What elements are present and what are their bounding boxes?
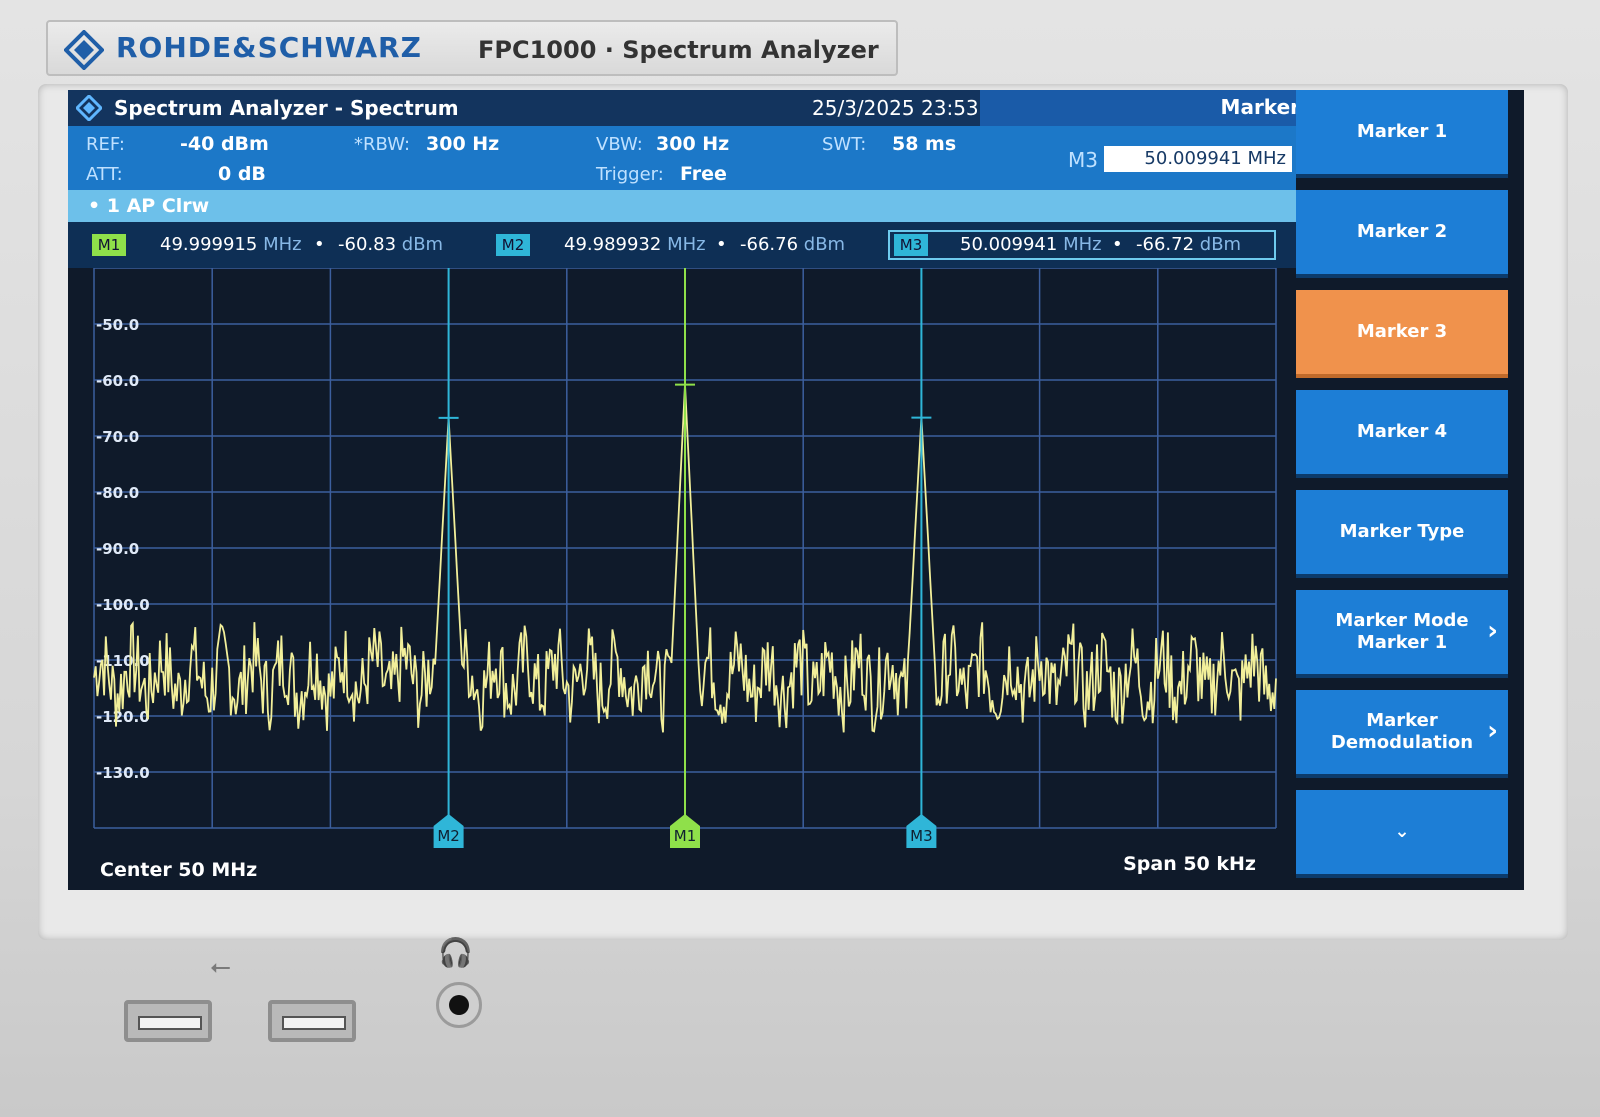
m2-level: -66.76 dBm <box>740 234 846 255</box>
marker-flag-label: M3 <box>910 827 933 845</box>
rbw-value[interactable]: 300 Hz <box>426 133 499 155</box>
marker-readout-bar: M1 49.999915 MHz • -60.83 dBm M2 49.9899… <box>68 222 1296 268</box>
chevron-down-icon: ⌄ <box>1394 821 1410 842</box>
m2-tag[interactable]: M2 <box>496 234 530 256</box>
softkey-marker-1[interactable]: Marker 1 <box>1296 90 1508 178</box>
brand-name: ROHDE&SCHWARZ <box>116 31 422 64</box>
y-tick-label: -50.0 <box>96 316 139 334</box>
trace-info-text: • 1 AP Clrw <box>88 195 210 217</box>
y-tick-label: -120.0 <box>96 708 150 726</box>
att-value[interactable]: 0 dB <box>218 163 266 185</box>
model-name: FPC1000 · Spectrum Analyzer <box>478 36 879 64</box>
softkey-panel-title: Marker <box>980 90 1320 126</box>
center-frequency-label: Center 50 MHz <box>100 859 257 881</box>
spectrum-display[interactable]: -50.0-60.0-70.0-80.0-90.0-100.0-110.0-12… <box>74 268 1296 890</box>
ref-value[interactable]: -40 dBm <box>180 133 269 155</box>
analyzer-screen: Spectrum Analyzer - Spectrum 25/3/2025 2… <box>68 90 1524 890</box>
att-label: ATT: <box>86 164 123 185</box>
swt-value[interactable]: 58 ms <box>892 133 956 155</box>
spectrum-plot[interactable]: -50.0 -60.0 -70.0 -80.0 -90.0 -100.0 -110.0 -12… <box>74 268 1296 890</box>
softkey-marker-mode[interactable]: Marker Mode Marker 1 › <box>1296 590 1508 678</box>
rs-diamond-logo-icon <box>64 30 104 70</box>
y-tick-label: -70.0 <box>96 428 139 446</box>
y-tick-label: -90.0 <box>96 540 139 558</box>
marker-entry-label: M3 <box>1068 148 1098 172</box>
panel-title-text: Marker <box>1220 95 1300 119</box>
softkey-marker-type[interactable]: Marker Type <box>1296 490 1508 578</box>
m2-separator: • <box>716 234 727 255</box>
headphone-icon: 🎧 <box>438 936 473 969</box>
y-tick-label: -60.0 <box>96 372 139 390</box>
trigger-label: Trigger: <box>596 164 664 185</box>
m3-level: -66.72 dBm <box>1136 234 1242 255</box>
title-bar: Spectrum Analyzer - Spectrum 25/3/2025 2… <box>68 90 980 126</box>
chevron-right-icon: › <box>1487 716 1498 746</box>
softkey-marker-4[interactable]: Marker 4 <box>1296 390 1508 478</box>
brand-plate: ROHDE&SCHWARZ FPC1000 · Spectrum Analyze… <box>46 20 898 76</box>
m3-separator: • <box>1112 234 1123 255</box>
plot-footer <box>74 852 1296 890</box>
chevron-right-icon: › <box>1487 616 1498 646</box>
usb-port-1[interactable] <box>124 1000 212 1042</box>
y-tick-label: -130.0 <box>96 764 150 782</box>
front-panel-ports: ⭠ 🎧 <box>0 900 1600 1117</box>
span-label: Span 50 kHz <box>1123 853 1256 875</box>
parameter-bar[interactable]: REF: -40 dBm ATT: 0 dB *RBW: 300 Hz VBW:… <box>68 126 980 190</box>
headphone-jack[interactable] <box>436 982 482 1028</box>
softkey-marker-demodulation[interactable]: Marker Demodulation › <box>1296 690 1508 778</box>
vbw-value[interactable]: 300 Hz <box>656 133 729 155</box>
softkey-marker-3[interactable]: Marker 3 <box>1296 290 1508 378</box>
marker-flag-label: M2 <box>437 827 460 845</box>
trigger-value[interactable]: Free <box>680 163 727 185</box>
m3-frequency: 50.009941 MHz <box>960 234 1102 255</box>
time-readout: 23:53 <box>921 96 979 120</box>
m1-separator: • <box>314 234 325 255</box>
softkey-more[interactable]: ⌄ <box>1296 790 1508 878</box>
m1-frequency: 49.999915 MHz <box>160 234 302 255</box>
softkey-panel: Marker 1 Marker 2 Marker 3 Marker 4 Mark… <box>1296 90 1524 890</box>
y-tick-label: -80.0 <box>96 484 139 502</box>
swt-label: SWT: <box>822 134 867 155</box>
usb-port-2[interactable] <box>268 1000 356 1042</box>
marker-frequency-input[interactable]: 50.009941 MHz <box>1104 146 1292 172</box>
marker-entry-panel: M3 50.009941 MHz <box>980 126 1320 190</box>
m1-level: -60.83 dBm <box>338 234 444 255</box>
vbw-label: VBW: <box>596 134 643 155</box>
app-logo-icon <box>76 95 102 121</box>
date-readout: 25/3/2025 <box>812 96 915 120</box>
app-title: Spectrum Analyzer - Spectrum <box>114 96 459 120</box>
trace-info-bar[interactable]: • 1 AP Clrw <box>68 190 1296 222</box>
m3-tag[interactable]: M3 <box>894 234 928 256</box>
y-tick-label: -100.0 <box>96 596 150 614</box>
m1-tag[interactable]: M1 <box>92 234 126 256</box>
ref-label: REF: <box>86 134 125 155</box>
marker-flag-label: M1 <box>674 827 697 845</box>
usb-icon: ⭠ <box>210 952 231 982</box>
softkey-marker-2[interactable]: Marker 2 <box>1296 190 1508 278</box>
m2-frequency: 49.989932 MHz <box>564 234 706 255</box>
rbw-label: *RBW: <box>354 134 411 155</box>
